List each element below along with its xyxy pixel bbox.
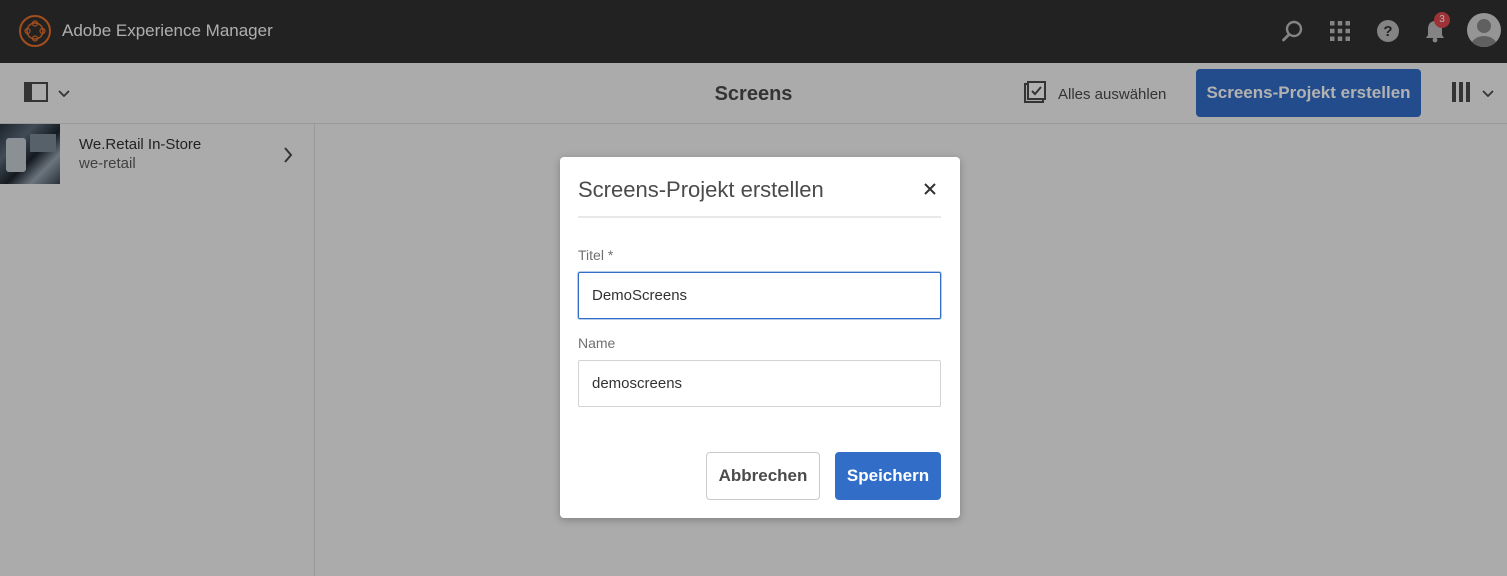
title-field-label: Titel * bbox=[578, 247, 614, 263]
create-project-dialog: Screens-Projekt erstellen Titel * Name A… bbox=[560, 157, 960, 518]
close-icon[interactable] bbox=[920, 179, 940, 199]
name-field[interactable] bbox=[578, 360, 941, 407]
cancel-button[interactable]: Abbrechen bbox=[706, 452, 820, 500]
save-button[interactable]: Speichern bbox=[835, 452, 941, 500]
dialog-title: Screens-Projekt erstellen bbox=[578, 177, 824, 202]
divider bbox=[578, 216, 941, 218]
title-field[interactable] bbox=[578, 272, 941, 319]
name-field-label: Name bbox=[578, 335, 616, 351]
